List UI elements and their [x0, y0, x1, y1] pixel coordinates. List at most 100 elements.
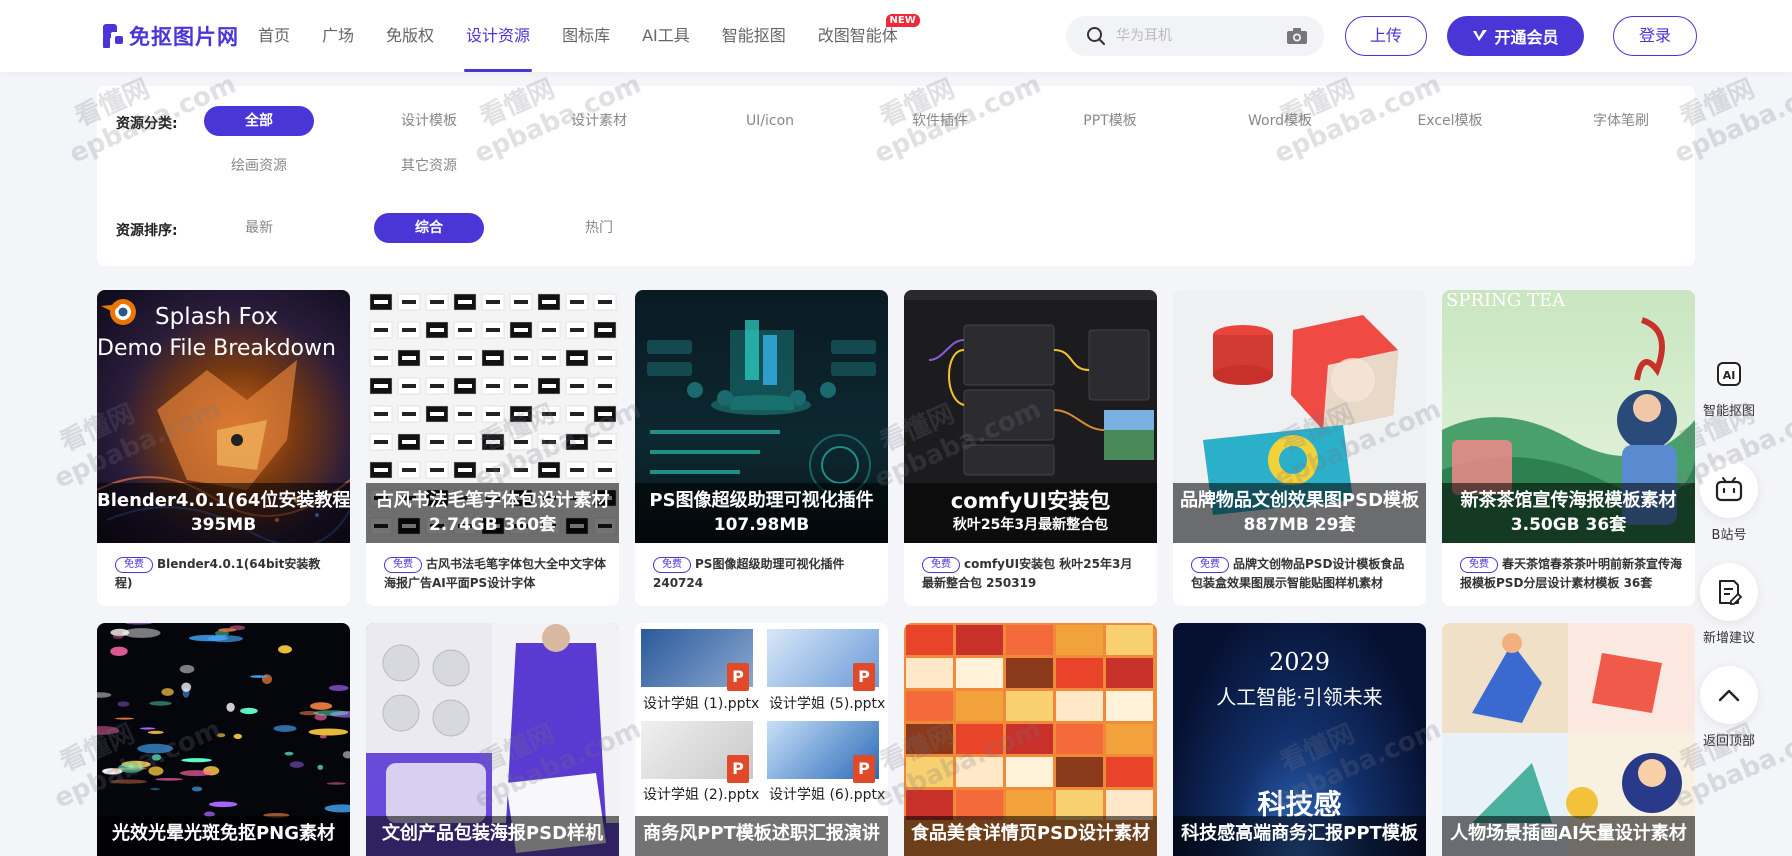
resource-card[interactable]: 2029 人工智能·引领未来 科技感 科技感高端商务汇报PPT模板 [1173, 623, 1426, 856]
nav-smart-cutout[interactable]: 智能抠图 [722, 0, 786, 72]
card-description: 免费 古风书法毛笔字体包大全中文字体海报广告AI平面PS设计字体 [384, 555, 606, 593]
card-title: 新茶茶馆宣传海报模板素材 [1460, 490, 1677, 511]
resource-card[interactable]: SPRING TEA 新茶茶馆宣传海报模板素材 3.50GB 36套 免费 春天茶… [1442, 290, 1695, 606]
nav-icon-library[interactable]: 图标库 [562, 0, 610, 72]
card-title: PS图像超级助理可视化插件 [649, 490, 874, 511]
nav-image-agent[interactable]: 改图智能体 NEW [817, 0, 920, 72]
category-painting-resources[interactable]: 绘画资源 [204, 151, 314, 181]
bilibili-icon [1700, 460, 1758, 518]
rail-item-bilibili[interactable]: B站号 [1698, 460, 1760, 543]
card-overlay: Blender4.0.1(64位安装教程) 395MB [97, 483, 350, 543]
card-title: Blender4.0.1(64位安装教程) [97, 490, 350, 511]
rail-label: B站号 [1711, 528, 1747, 543]
vip-button[interactable]: 开通会员 [1447, 16, 1584, 56]
resource-card[interactable]: comfyUI安装包 秋叶25年3月最新整合包 免费 comfyUI安装包 秋叶2… [904, 290, 1157, 606]
ppt-icon: P [727, 663, 749, 691]
free-badge: 免费 [1191, 557, 1229, 573]
free-badge: 免费 [922, 557, 960, 573]
card-description: 免费 comfyUI安装包 秋叶25年3月最新整合包 250319 [922, 555, 1144, 593]
nav-ai-tools[interactable]: AI工具 [642, 0, 690, 72]
ppt-icon: P [727, 755, 749, 783]
logo-text: 免抠图片网 [129, 25, 239, 49]
card-title: 古风书法毛笔字体包设计素材 [375, 490, 610, 511]
category-design-templates[interactable]: 设计模板 [374, 106, 484, 136]
resource-card[interactable]: 文创产品包装海报PSD样机 [366, 623, 619, 856]
card-thumbnail: SPRING TEA 新茶茶馆宣传海报模板素材 3.50GB 36套 [1442, 290, 1695, 543]
resource-card[interactable]: Splash Fox Demo File Breakdown Blender4.… [97, 290, 350, 606]
card-description: 免费 PS图像超级助理可视化插件 240724 [653, 555, 875, 593]
rail-item-suggestion[interactable]: 新增建议 [1698, 563, 1760, 646]
card-overlay: 科技感高端商务汇报PPT模板 [1173, 816, 1426, 856]
card-thumbnail: 光效光晕光斑免抠PNG素材 [97, 623, 350, 856]
card-overlay: 光效光晕光斑免抠PNG素材 [97, 816, 350, 856]
site-logo[interactable]: 免抠图片网 [103, 22, 239, 50]
resource-card[interactable]: 品牌物品文创效果图PSD模板 887MB 29套 免费 品牌文创物品PSD设计模板… [1173, 290, 1426, 606]
upload-button[interactable]: 上传 [1345, 16, 1427, 56]
nav-design-resources[interactable]: 设计资源 [464, 0, 533, 72]
resource-card[interactable]: 人物场景插画AI矢量设计素材 [1442, 623, 1695, 856]
free-badge: 免费 [384, 557, 422, 573]
suggest-icon [1700, 563, 1758, 621]
ppt-filename: 设计学姐 (5).pptx [769, 696, 886, 712]
card-overlay: 食品美食详情页PSD设计素材 [904, 816, 1157, 856]
card-subtitle: 887MB 29套 [1243, 515, 1356, 535]
resource-card[interactable]: PS图像超级助理可视化插件 107.98MB 免费 PS图像超级助理可视化插件 2… [635, 290, 888, 606]
search-icon[interactable] [1086, 26, 1106, 46]
rail-label: 返回顶部 [1702, 734, 1755, 749]
nav-home[interactable]: 首页 [258, 0, 290, 72]
card-overlay: PS图像超级助理可视化插件 107.98MB [635, 483, 888, 543]
search-input[interactable] [1116, 24, 1276, 48]
free-badge: 免费 [653, 557, 691, 573]
category-excel-templates[interactable]: Excel模板 [1395, 106, 1505, 136]
thumb-title-2: Demo File Breakdown [97, 336, 336, 361]
resource-card[interactable]: P P P P 设计学姐 (1).pptx 设计学姐 (5).pptx 设计学姐… [635, 623, 888, 856]
card-thumbnail: Splash Fox Demo File Breakdown Blender4.… [97, 290, 350, 543]
category-label: 资源分类: [116, 116, 178, 132]
main-nav: 首页 广场 免版权 设计资源 图标库 AI工具 智能抠图 改图智能体 NEW [258, 0, 930, 72]
nav-square[interactable]: 广场 [322, 0, 354, 72]
category-ppt-templates[interactable]: PPT模板 [1055, 106, 1165, 136]
nav-copyright-free[interactable]: 免版权 [386, 0, 434, 72]
card-overlay: 古风书法毛笔字体包设计素材 2.74GB 360套 [366, 483, 619, 543]
card-subtitle: 秋叶25年3月最新整合包 [952, 517, 1109, 533]
category-software-plugins[interactable]: 软件插件 [885, 106, 995, 136]
category-word-templates[interactable]: Word模板 [1225, 106, 1335, 136]
card-subtitle: 395MB [190, 515, 257, 535]
sort-popular[interactable]: 热门 [544, 213, 654, 243]
login-button[interactable]: 登录 [1613, 16, 1697, 56]
thumb-spring-tea: SPRING TEA [1446, 290, 1566, 311]
rail-item-smart-cutout[interactable]: AI 智能抠图 [1698, 354, 1760, 419]
nav-image-agent-label: 改图智能体 [817, 26, 898, 45]
sort-comprehensive[interactable]: 综合 [374, 213, 484, 243]
camera-icon[interactable] [1286, 26, 1308, 46]
card-description: 免费 春天茶馆春茶茶叶明前新茶宣传海报模板PSD分层设计素材模板 36套 [1460, 555, 1682, 593]
svg-text:AI: AI [1723, 369, 1736, 382]
sort-latest[interactable]: 最新 [204, 213, 314, 243]
category-other-resources[interactable]: 其它资源 [374, 151, 484, 181]
ppt-icon: P [853, 755, 875, 783]
resource-card[interactable]: 食品美食详情页PSD设计素材 [904, 623, 1157, 856]
card-overlay: 品牌物品文创效果图PSD模板 887MB 29套 [1173, 483, 1426, 543]
card-subtitle: 2.74GB 360套 [428, 515, 557, 535]
card-thumbnail: 古风书法毛笔字体包设计素材 2.74GB 360套 [366, 290, 619, 543]
category-all[interactable]: 全部 [204, 106, 314, 136]
resource-card[interactable]: 古风书法毛笔字体包设计素材 2.74GB 360套 免费 古风书法毛笔字体包大全中… [366, 290, 619, 606]
ppt-icon: P [853, 663, 875, 691]
card-title: 商务风PPT模板述职汇报演讲 [643, 823, 880, 844]
rail-item-back-to-top[interactable]: 返回顶部 [1698, 666, 1760, 749]
vip-label: 开通会员 [1494, 28, 1559, 47]
card-thumbnail: 人物场景插画AI矢量设计素材 [1442, 623, 1695, 856]
ppt-slogan: 人工智能·引领未来 [1216, 685, 1383, 709]
rail-label: 新增建议 [1702, 631, 1755, 646]
sort-label: 资源排序: [116, 223, 178, 239]
category-ui-icon[interactable]: UI/icon [715, 106, 825, 136]
card-description: 免费 品牌文创物品PSD设计模板食品包装盒效果图展示智能贴图样机素材 [1191, 555, 1413, 593]
new-badge: NEW [885, 14, 920, 27]
category-design-materials[interactable]: 设计素材 [544, 106, 654, 136]
card-overlay: 文创产品包装海报PSD样机 [366, 816, 619, 856]
filter-panel: 资源分类: 全部 设计模板 设计素材 UI/icon 软件插件 PPT模板 Wo… [97, 86, 1695, 266]
free-badge: 免费 [115, 557, 153, 573]
resource-card[interactable]: 光效光晕光斑免抠PNG素材 [97, 623, 350, 856]
arrow-up-icon [1700, 666, 1758, 724]
category-font-brushes[interactable]: 字体笔刷 [1566, 106, 1676, 136]
